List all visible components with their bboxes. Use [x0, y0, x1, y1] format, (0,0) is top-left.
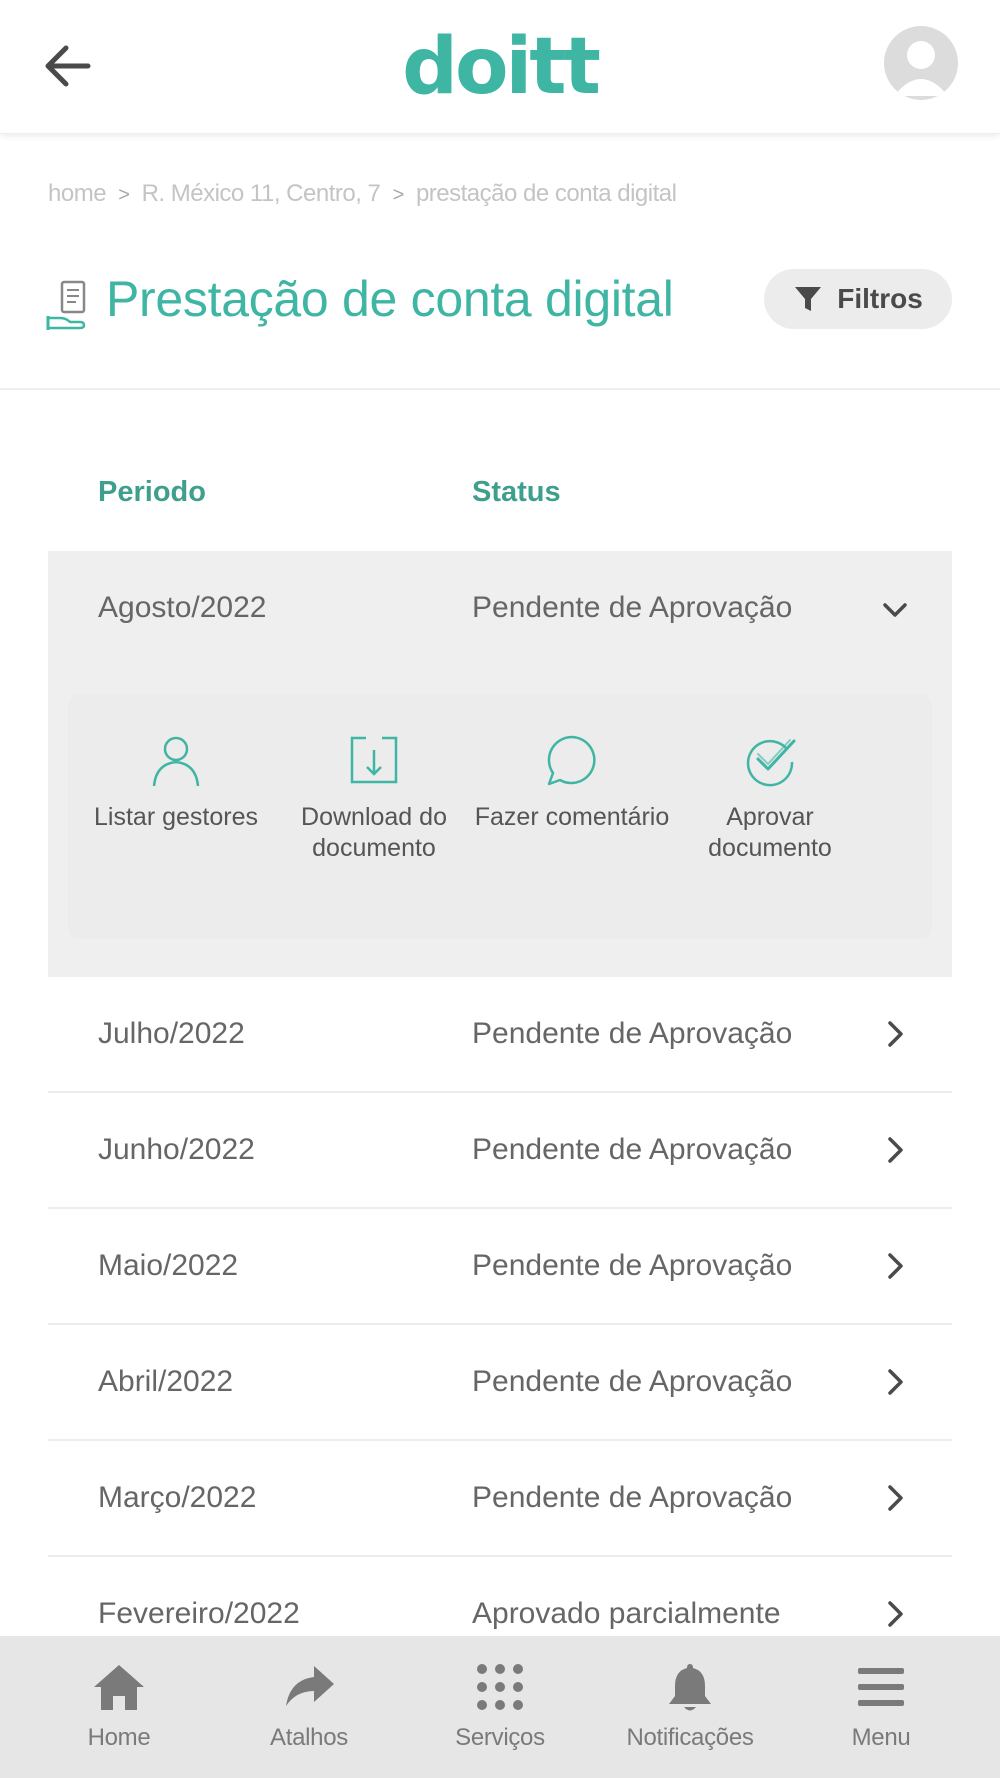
- row-status: Pendente de Aprovação: [472, 591, 793, 624]
- table-row[interactable]: Junho/2022 Pendente de Aprovação: [48, 1093, 952, 1209]
- nav-label: Atalhos: [270, 1724, 348, 1751]
- chevron-down-icon[interactable]: [878, 593, 912, 627]
- action-label: Listar gestores: [94, 803, 258, 831]
- row-period: Março/2022: [98, 1481, 257, 1514]
- nav-shortcuts[interactable]: Atalhos: [214, 1660, 404, 1752]
- breadcrumb-separator: >: [392, 184, 405, 206]
- nav-notifications[interactable]: Notificações: [595, 1660, 785, 1752]
- download-icon: [350, 736, 398, 784]
- row-period: Junho/2022: [98, 1133, 255, 1166]
- app-header: doitt: [0, 0, 1000, 134]
- brand-logo: doitt: [402, 22, 601, 112]
- nav-services[interactable]: Serviços: [405, 1660, 595, 1752]
- breadcrumb: home > R. México 11, Centro, 7 > prestaç…: [48, 180, 677, 208]
- section-divider: [0, 388, 1000, 390]
- comment-icon: [547, 735, 596, 786]
- row-period: Abril/2022: [98, 1365, 234, 1398]
- action-label: Fazer comentário: [474, 803, 670, 831]
- check-badge-icon: [746, 739, 796, 787]
- grid-dots-icon: [477, 1664, 523, 1710]
- hamburger-icon: [858, 1668, 904, 1706]
- nav-label: Notificações: [626, 1724, 754, 1751]
- avatar[interactable]: [884, 26, 958, 100]
- breadcrumb-current: prestação de conta digital: [415, 180, 677, 207]
- action-label: Aprovar documento: [708, 803, 832, 862]
- chevron-right-icon[interactable]: [878, 1365, 912, 1399]
- download-document-button[interactable]: Download do documento: [276, 732, 472, 864]
- breadcrumb-home[interactable]: home: [48, 180, 107, 207]
- period-list: Agosto/2022 Pendente de Aprovação Listar…: [48, 551, 952, 1673]
- user-icon: [152, 736, 200, 787]
- nav-label: Home: [87, 1724, 151, 1751]
- table-row[interactable]: Maio/2022 Pendente de Aprovação: [48, 1209, 952, 1325]
- row-period: Maio/2022: [98, 1249, 239, 1282]
- nav-label: Menu: [851, 1724, 911, 1751]
- row-status: Pendente de Aprovação: [472, 1365, 793, 1398]
- comment-button[interactable]: Fazer comentário: [474, 732, 670, 833]
- nav-menu[interactable]: Menu: [786, 1660, 976, 1752]
- column-header-period: Periodo: [98, 476, 206, 508]
- table-row-expanded[interactable]: Agosto/2022 Pendente de Aprovação Listar…: [48, 551, 952, 977]
- filter-funnel-icon: [795, 287, 822, 311]
- page-title: Prestação de conta digital: [106, 271, 674, 327]
- chevron-right-icon[interactable]: [878, 1597, 912, 1631]
- bottom-navigation: Home Atalhos Serviços Notificações Menu: [0, 1636, 1000, 1778]
- share-arrow-icon: [286, 1666, 334, 1706]
- row-status: Pendente de Aprovação: [472, 1249, 793, 1282]
- approve-document-button[interactable]: Aprovar documento: [672, 732, 868, 864]
- row-status: Pendente de Aprovação: [472, 1481, 793, 1514]
- filter-button-label: Filtros: [837, 283, 923, 314]
- row-status: Pendente de Aprovação: [472, 1017, 793, 1050]
- breadcrumb-address[interactable]: R. México 11, Centro, 7: [142, 180, 381, 207]
- table-row[interactable]: Julho/2022 Pendente de Aprovação: [48, 977, 952, 1093]
- row-period: Julho/2022: [98, 1017, 245, 1050]
- row-status: Pendente de Aprovação: [472, 1133, 793, 1166]
- bell-icon: [669, 1664, 711, 1711]
- row-actions-panel: Listar gestores Download do documento Fa…: [68, 694, 932, 939]
- chevron-right-icon[interactable]: [878, 1481, 912, 1515]
- column-header-status: Status: [472, 476, 561, 508]
- nav-home[interactable]: Home: [24, 1660, 214, 1752]
- breadcrumb-separator: >: [118, 184, 130, 206]
- home-icon: [94, 1665, 144, 1710]
- action-label: Download do documento: [301, 803, 447, 862]
- row-status: Aprovado parcialmente: [472, 1597, 781, 1630]
- list-managers-button[interactable]: Listar gestores: [78, 732, 274, 833]
- chevron-right-icon[interactable]: [878, 1249, 912, 1283]
- row-period: Agosto/2022: [98, 591, 267, 624]
- nav-label: Serviços: [455, 1724, 545, 1751]
- table-row[interactable]: Março/2022 Pendente de Aprovação: [48, 1441, 952, 1557]
- row-period: Fevereiro/2022: [98, 1597, 300, 1630]
- chevron-right-icon[interactable]: [878, 1133, 912, 1167]
- document-hand-icon: [46, 280, 86, 330]
- table-row[interactable]: Abril/2022 Pendente de Aprovação: [48, 1325, 952, 1441]
- chevron-right-icon[interactable]: [878, 1017, 912, 1051]
- user-avatar-icon: [894, 41, 948, 96]
- filter-button[interactable]: Filtros: [764, 269, 952, 329]
